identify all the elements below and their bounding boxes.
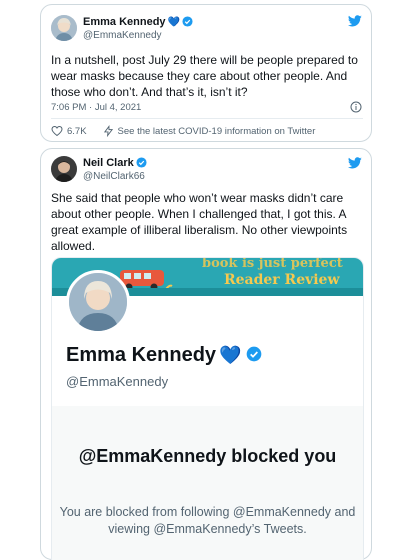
avatar[interactable] [51, 15, 77, 41]
tweet-text: She said that people who won’t wear mask… [51, 191, 348, 253]
avatar[interactable] [51, 156, 77, 182]
verified-badge-icon [136, 157, 147, 168]
user-handle[interactable]: @EmmaKennedy [83, 30, 162, 41]
twitter-bird-icon[interactable] [348, 157, 362, 169]
divider [51, 118, 363, 119]
like-count[interactable]: 6.7K [67, 126, 87, 137]
profile-handle: @EmmaKennedy [66, 374, 169, 389]
verified-badge-icon [247, 346, 262, 362]
profile-name: Emma Kennedy [66, 344, 217, 366]
twitter-bird-icon[interactable] [348, 15, 362, 27]
banner-text-review: Reader Review [224, 272, 340, 288]
lightning-icon [103, 125, 113, 137]
user-handle[interactable]: @NeilClark66 [83, 171, 145, 182]
embedded-profile-screenshot[interactable]: book is just perfect Reader Review Emma … [51, 257, 364, 560]
tweet-card-emma[interactable]: Emma Kennedy 💙 @EmmaKennedy In a nutshell… [40, 4, 372, 142]
blocked-description: You are blocked from following @EmmaKenn… [59, 505, 356, 536]
verified-badge-icon [182, 16, 193, 27]
profile-avatar[interactable] [66, 270, 130, 334]
heart-icon[interactable] [51, 125, 63, 137]
tweet-timestamp[interactable]: 7:06 PM · Jul 4, 2021 [51, 102, 141, 113]
banner-text-top: book is just perfect [202, 258, 343, 271]
blocked-panel: @EmmaKennedy blocked you You are blocked… [52, 406, 363, 560]
tweet-text: In a nutshell, post July 29 there will b… [51, 53, 358, 99]
info-icon[interactable] [350, 101, 362, 113]
heart-emoji: 💙 [167, 17, 180, 28]
tweet-card-neil[interactable]: Neil Clark @NeilClark66 She said that pe… [40, 148, 372, 560]
display-name[interactable]: Emma Kennedy [83, 16, 166, 28]
heart-emoji: 💙 [219, 345, 242, 365]
display-name[interactable]: Neil Clark [83, 157, 134, 169]
blocked-title: @EmmaKennedy blocked you [78, 446, 337, 466]
covid-info-link[interactable]: See the latest COVID-19 information on T… [118, 126, 316, 137]
